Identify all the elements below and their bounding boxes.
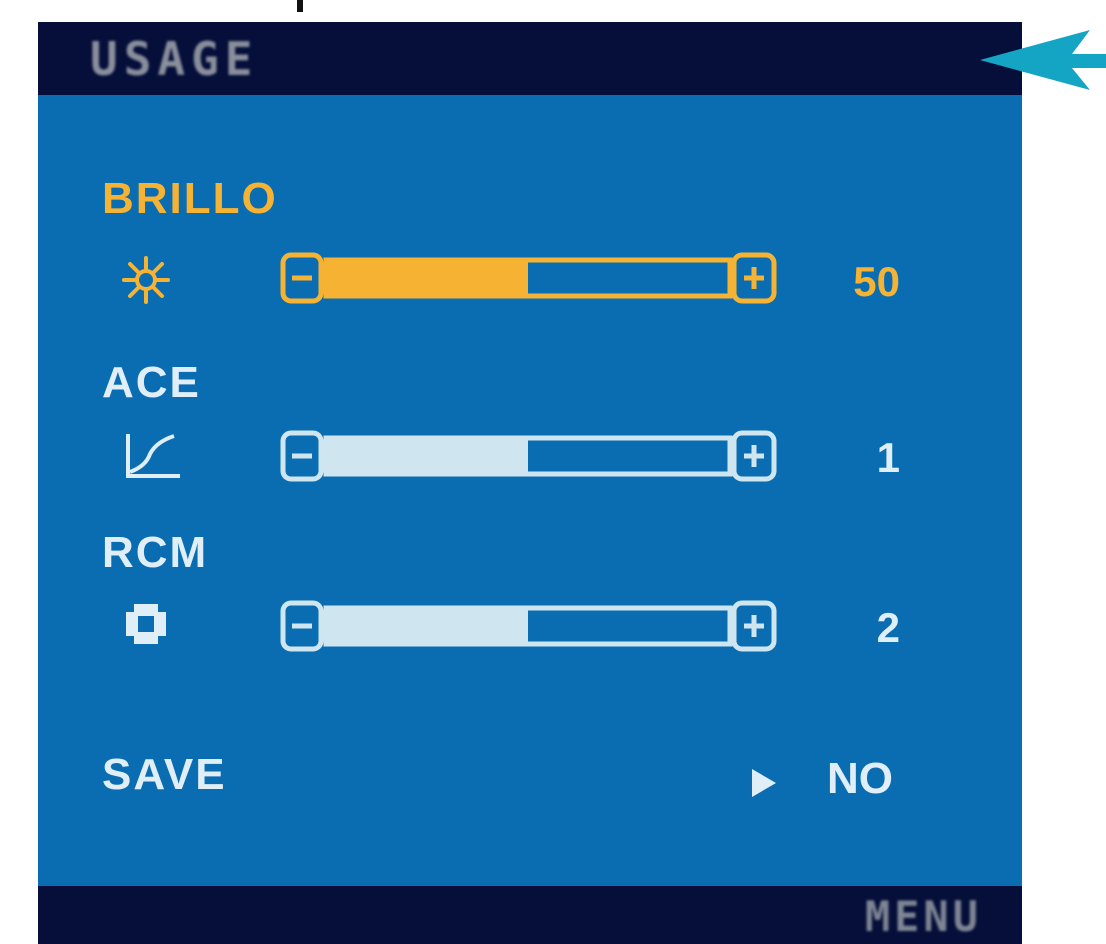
brillo-value: 50: [853, 258, 900, 305]
brillo-label: BRILLO: [102, 174, 278, 223]
rcm-label: RCM: [102, 528, 209, 577]
menu-button-label: MENU: [864, 892, 982, 941]
pointer-arrow-icon: [980, 30, 1106, 90]
osd-footer: MENU: [38, 886, 1022, 944]
ace-slider[interactable]: [280, 430, 796, 482]
brillo-slider[interactable]: [280, 252, 796, 304]
rcm-value: 2: [876, 604, 900, 651]
save-label: SAVE: [102, 750, 227, 799]
ace-label: ACE: [102, 358, 201, 407]
osd-header: USAGE: [38, 22, 1022, 95]
stray-mark: [297, 0, 303, 12]
osd-title: USAGE: [90, 32, 259, 86]
curve-icon: [126, 434, 180, 478]
rcm-slider[interactable]: [280, 600, 796, 652]
triangle-right-icon: [752, 769, 776, 797]
ace-value: 1: [876, 434, 900, 481]
sun-icon: [122, 256, 170, 304]
osd-menu-panel: USAGE BRILLO 50 ACE 1 RCM 2 SAVE NO MENU: [38, 22, 1022, 944]
color-pattern-icon: [126, 604, 166, 644]
save-value[interactable]: NO: [827, 754, 893, 804]
